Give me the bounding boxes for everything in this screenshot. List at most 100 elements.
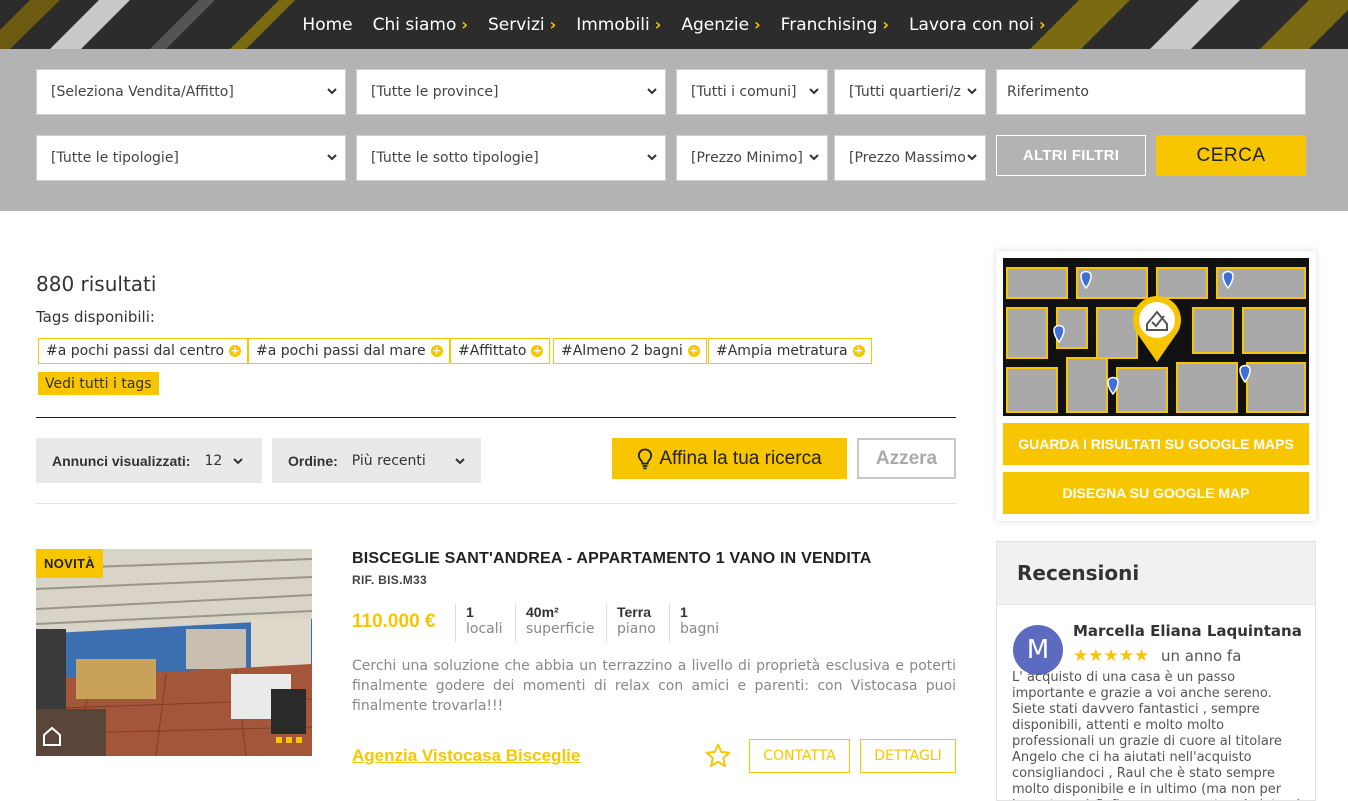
map-card: GUARDA I RISULTATI SU GOOGLE MAPS DISEGN… [996, 251, 1316, 521]
reviews-card: Recensioni M Marcella Eliana Laquintana … [996, 541, 1316, 801]
divider [36, 417, 956, 418]
chevron-down-icon [454, 455, 466, 467]
order-control[interactable]: Ordine: Più recenti [272, 438, 481, 483]
tag-chip[interactable]: #Ampia metratura + [708, 338, 872, 364]
prezzo-min-select[interactable]: [Prezzo Minimo] [676, 135, 828, 181]
chevron-down-icon [965, 150, 979, 164]
affina-ricerca-button[interactable]: Affina la tua ricerca [612, 438, 847, 479]
chevron-right-icon: › [882, 15, 889, 34]
feature-label: piano [617, 621, 656, 637]
plus-circle-icon: + [852, 344, 865, 357]
review-time: un anno fa [1161, 647, 1242, 665]
province-select-value: [Tutte le province] [371, 84, 499, 100]
tags-label: Tags disponibili: [36, 308, 155, 326]
feature-label: locali [466, 621, 503, 637]
rating-stars-icon: ★★★★★ [1073, 646, 1150, 665]
tag-chip[interactable]: #a pochi passi dal centro + [38, 338, 249, 364]
chevron-right-icon: › [654, 15, 662, 34]
province-select[interactable]: [Tutte le province] [356, 69, 666, 115]
feature-value: 40m² [526, 604, 559, 620]
nav-item-label: Immobili [576, 14, 650, 35]
cerca-button[interactable]: CERCA [1156, 135, 1306, 176]
chevron-right-icon: › [549, 15, 557, 34]
feature-piano: Terra piano [606, 604, 656, 642]
per-page-label: Annunci visualizzati: [52, 452, 191, 469]
listing-price: 110.000 € [352, 611, 436, 632]
nav-item-lavora-con-noi[interactable]: Lavora con noi › [899, 15, 1056, 35]
chevron-down-icon [645, 84, 659, 98]
nav-item-servizi[interactable]: Servizi › [478, 15, 566, 35]
comuni-select-value: [Tutti i comuni] [691, 84, 797, 100]
contatta-button[interactable]: CONTATTA [749, 739, 850, 773]
chevron-right-icon: › [1038, 15, 1046, 34]
dettagli-button[interactable]: DETTAGLI [860, 739, 956, 773]
chevron-right-icon: › [754, 15, 761, 34]
feature-value: 1 [466, 604, 474, 620]
feature-value: 1 [680, 604, 688, 620]
review-text: L' acquisto di una casa è un passo impor… [1012, 670, 1304, 800]
altri-filtri-button[interactable]: ALTRI FILTRI [996, 135, 1146, 176]
nav-item-label: Servizi [487, 14, 545, 35]
riferimento-input[interactable]: Riferimento [996, 69, 1306, 115]
tag-chip[interactable]: #Affittato + [450, 338, 551, 364]
nav-item-immobili[interactable]: Immobili › [566, 15, 671, 35]
nav-item-agenzie[interactable]: Agenzie › [671, 15, 770, 35]
map-illustration[interactable] [1003, 258, 1309, 416]
feature-label: bagni [680, 621, 720, 637]
agency-link[interactable]: Agenzia Vistocasa Bisceglie [352, 746, 580, 766]
draw-google-map-button[interactable]: DISEGNA SU GOOGLE MAP [1003, 472, 1309, 514]
chevron-down-icon [645, 150, 659, 164]
contract-select[interactable]: [Seleziona Vendita/Affitto] [36, 69, 346, 115]
reviews-title: Recensioni [997, 542, 1315, 605]
nav-item-label: Agenzie [681, 14, 750, 35]
per-page-value: 12 [204, 452, 223, 469]
tag-label: #Ampia metratura [716, 343, 848, 359]
contract-select-value: [Seleziona Vendita/Affitto] [51, 84, 234, 100]
search-panel: [Seleziona Vendita/Affitto] [Tutte le pr… [0, 49, 1348, 211]
chevron-down-icon [232, 455, 244, 467]
novita-badge: NOVITÀ [36, 549, 103, 578]
order-value: Più recenti [351, 452, 426, 469]
chevron-down-icon [807, 150, 821, 164]
azzera-button[interactable]: Azzera [857, 438, 956, 479]
results-count: 880 risultati [36, 272, 157, 296]
tag-chip[interactable]: #a pochi passi dal mare + [248, 338, 450, 364]
nav-item-franchising[interactable]: Franchising › [771, 15, 899, 35]
favorite-star-icon[interactable] [704, 742, 732, 770]
prezzo-max-select[interactable]: [Prezzo Massimo [834, 135, 986, 181]
chevron-down-icon [807, 84, 821, 98]
order-label: Ordine: [288, 452, 338, 469]
feature-locali: 1 locali [455, 604, 503, 642]
nav-item-label: Chi siamo [372, 14, 457, 35]
avatar: M [1013, 625, 1063, 675]
listing-ref: RIF. BIS.M33 [352, 573, 427, 587]
see-all-tags-button[interactable]: Vedi tutti i tags [38, 372, 159, 395]
tag-label: #a pochi passi dal mare [256, 343, 426, 359]
comuni-select[interactable]: [Tutti i comuni] [676, 69, 828, 115]
listing-title[interactable]: BISCEGLIE SANT'ANDREA - APPARTAMENTO 1 V… [352, 550, 872, 568]
plus-circle-icon: + [531, 344, 544, 357]
feature-label: superficie [526, 621, 595, 637]
google-maps-results-button[interactable]: GUARDA I RISULTATI SU GOOGLE MAPS [1003, 423, 1309, 465]
listing-photo[interactable] [36, 549, 312, 756]
nav-item-home[interactable]: Home [292, 15, 362, 35]
listing-description: Cerchi una soluzione che abbia un terraz… [352, 658, 956, 714]
terrace-photo-image [36, 549, 312, 756]
nav-item-label: Franchising [780, 14, 878, 35]
chevron-down-icon [325, 84, 339, 98]
nav-item-chi-siamo[interactable]: Chi siamo › [363, 15, 478, 35]
sotto-tipologie-select[interactable]: [Tutte le sotto tipologie] [356, 135, 666, 181]
prezzo-min-select-value: [Prezzo Minimo] [691, 150, 803, 166]
chevron-right-icon: › [461, 15, 468, 34]
chevron-down-icon [325, 150, 339, 164]
chevron-down-icon [965, 84, 979, 98]
sotto-tipologie-select-value: [Tutte le sotto tipologie] [371, 150, 539, 166]
reviewer-name: Marcella Eliana Laquintana [1073, 622, 1302, 640]
tipologie-select[interactable]: [Tutte le tipologie] [36, 135, 346, 181]
tag-chip[interactable]: #Almeno 2 bagni + [553, 338, 707, 364]
tipologie-select-value: [Tutte le tipologie] [51, 150, 179, 166]
per-page-control[interactable]: Annunci visualizzati: 12 [36, 438, 262, 483]
lightbulb-icon [637, 448, 653, 470]
quartieri-select[interactable]: [Tutti quartieri/z [834, 69, 986, 115]
affina-label: Affina la tua ricerca [659, 447, 822, 469]
